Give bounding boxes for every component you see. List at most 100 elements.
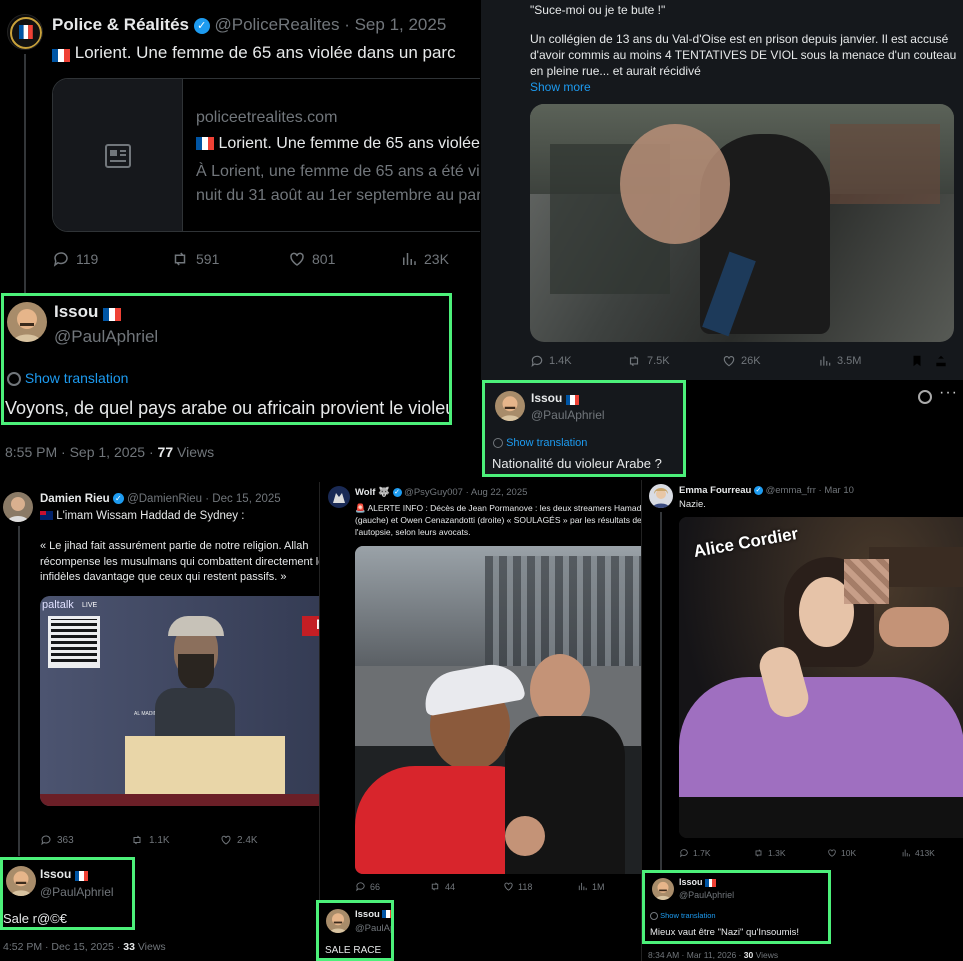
issou-avatar[interactable] [326,909,350,933]
issou-avatar[interactable] [495,391,525,421]
share-icon[interactable] [934,354,948,368]
verified-icon: ✓ [112,493,124,505]
tweet-date[interactable]: Sep 1, 2025 [355,15,447,34]
author-name[interactable]: Issou [54,302,98,321]
author-name[interactable]: Emma Fourreau [679,485,751,496]
australian-flag-icon [40,511,53,521]
views-button[interactable]: 413K [901,848,935,858]
show-more-link[interactable]: Show more [530,80,591,94]
rieu-avatar[interactable] [3,492,33,522]
author-handle[interactable]: @DamienRieu [127,493,202,505]
views-icon [820,356,831,366]
like-button[interactable]: 26K [722,354,818,368]
author-name[interactable]: Issou [679,877,703,887]
reply-box-3: Issou @PaulAphriel Sale r@©€ [0,857,135,930]
like-button[interactable]: 118 [503,881,577,892]
tweet-video-imam[interactable]: paltalk LIVE AL MADINA DAWAH CENTRE M [40,596,319,806]
tweet-date[interactable]: Mar 10 [824,485,854,496]
author-handle[interactable]: @PaulAphriel [355,923,391,934]
like-button[interactable]: 801 [288,250,400,268]
views-icon [403,253,416,265]
reply-button[interactable]: 1.4K [530,354,626,368]
show-translation-link[interactable]: Show translation [660,911,715,920]
author-name[interactable]: Issou [40,867,71,881]
french-flag-icon [382,910,391,919]
author-handle[interactable]: @PsyGuy007 [404,487,463,498]
author-handle[interactable]: @PaulAphriel [54,327,158,347]
show-translation-link[interactable]: Show translation [25,370,129,386]
translate-icon [7,372,21,387]
article-icon [105,144,131,168]
author-handle[interactable]: @emma_frr [766,485,816,496]
tweet-college-panel: "Suce-moi ou je te bute !" Un collégien … [481,0,963,380]
tweet-photo-car[interactable] [355,546,641,874]
reply-text: Sale r@©€ [3,911,67,926]
author-name[interactable]: Issou [531,391,562,405]
tweet-photo-cordier[interactable]: Alice Cordier [679,517,963,838]
repost-button[interactable]: 1.3K [753,848,827,858]
tweet-actions: 119 591 801 23K [52,250,449,268]
repost-icon [431,882,439,891]
emma-avatar[interactable] [649,484,673,508]
author-name[interactable]: Issou [355,909,380,920]
repost-icon [133,835,141,845]
repost-icon [629,355,639,367]
reply-icon [53,252,68,267]
bookmark-icon[interactable] [910,354,924,368]
reply-button[interactable]: 119 [52,250,170,268]
wolf-avatar[interactable] [328,486,350,508]
issou-avatar[interactable] [7,302,47,342]
views-button[interactable]: 3.5M [818,354,910,368]
show-translation-link[interactable]: Show translation [506,437,587,449]
like-button[interactable]: 10K [827,848,901,858]
reply-icon [356,882,365,892]
repost-button[interactable]: 7.5K [626,354,722,368]
tweet-photo-knife[interactable] [530,104,954,342]
author-name[interactable]: Wolf [355,487,375,498]
french-flag-icon [52,47,70,63]
author-name[interactable]: Police & Réalités [52,15,189,34]
repost-button[interactable]: 1.1K [130,834,220,846]
author-handle[interactable]: @PoliceRealites [214,15,339,34]
thread-line [660,512,662,872]
reply-box-4: Issou @PaulAphriel SALE RACE [316,900,394,961]
card-domain: policeetrealites.com [196,109,338,126]
views-button[interactable]: 1M [577,881,605,892]
repost-button[interactable]: 44 [429,881,503,892]
reply-button[interactable]: 66 [355,881,429,892]
tweet-text: Nazie. [679,499,706,510]
author-handle[interactable]: @PaulAphriel [531,408,605,422]
like-button[interactable]: 2.4K [220,834,300,846]
tweet-date[interactable]: Dec 15, 2025 [212,493,280,505]
reply-text: Mieux vaut être "Nazi" qu'Insoumis! [650,927,800,938]
author-handle[interactable]: @PaulAphriel [40,885,114,899]
repost-button[interactable]: 591 [170,250,288,268]
card-title: Lorient. Une femme de 65 ans violée da [218,135,480,152]
reply-box-1: Issou @PaulAphriel Show translation Voyo… [1,293,452,425]
more-icon[interactable]: ··· [939,384,958,402]
reply-button[interactable]: 1.7K [679,848,753,858]
issou-avatar[interactable] [6,866,36,896]
author-handle[interactable]: @PaulAphriel [679,890,734,900]
reply-3-meta: 4:52 PM · Dec 15, 2025 · 33 Views [3,941,166,953]
tweet-police-panel: Police & Réalités ✓ @PoliceRealites · Se… [0,0,480,295]
issou-avatar[interactable] [652,878,674,900]
grok-icon[interactable] [918,390,932,404]
link-card[interactable]: policeetrealites.com Lorient. Une femme … [52,78,480,232]
reply-icon [41,835,51,846]
tweet-actions: 1.4K 7.5K 26K 3.5M [530,354,954,368]
reply-text: Voyons, de quel pays arabe ou africain p… [5,398,452,418]
reply-button[interactable]: 363 [40,834,130,846]
thread-line [24,54,26,294]
tweet-date[interactable]: Aug 22, 2025 [471,487,528,498]
thread-line [18,526,20,856]
reply-text: SALE RACE [325,945,382,956]
paltalk-logo: paltalk [42,599,74,611]
author-name[interactable]: Damien Rieu [40,493,110,505]
tweet-wolf-panel: Wolf 🐺 ✓ @PsyGuy007 · Aug 22, 2025 🚨 ALE… [319,482,641,902]
live-badge: LIVE [82,602,98,609]
police-avatar[interactable] [7,14,43,50]
card-description: À Lorient, une femme de 65 ans a été vio… [196,163,480,180]
reply-box-5: Issou @PaulAphriel Show translation Mieu… [642,870,831,944]
views-button[interactable]: 23K [400,250,449,268]
